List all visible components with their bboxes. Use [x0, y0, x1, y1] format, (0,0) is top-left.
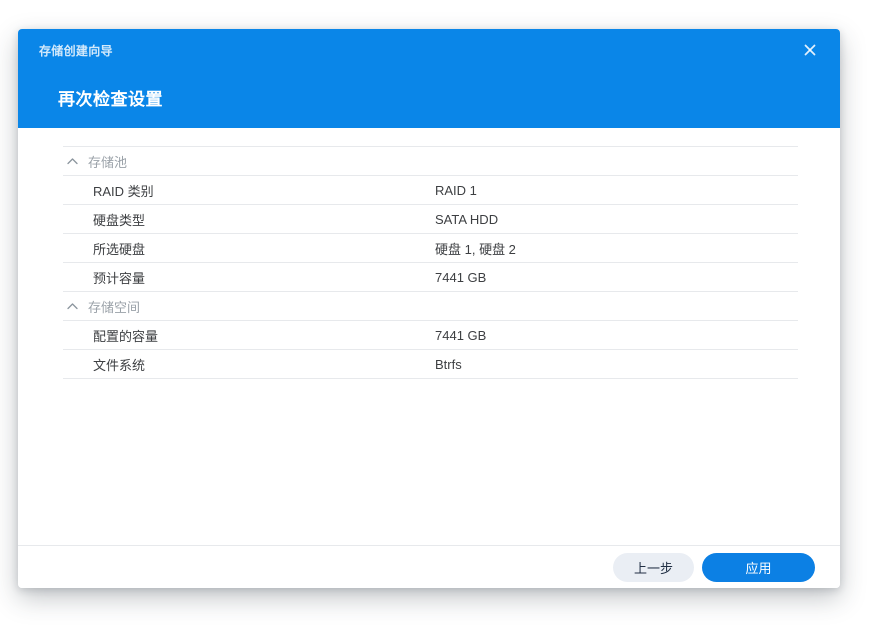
row-label: 配置的容量	[93, 326, 435, 345]
settings-summary-table: 存储池RAID 类别RAID 1硬盘类型SATA HDD所选硬盘硬盘 1, 硬盘…	[63, 146, 798, 379]
row-label: 文件系统	[93, 355, 435, 374]
row-value: 7441 GB	[435, 270, 486, 285]
dialog-header: 存储创建向导 再次检查设置	[18, 29, 840, 128]
chevron-up-icon	[67, 303, 79, 310]
table-row: 硬盘类型SATA HDD	[63, 204, 798, 233]
row-label: 预计容量	[93, 268, 435, 287]
table-row: 预计容量7441 GB	[63, 262, 798, 291]
back-button[interactable]: 上一步	[613, 553, 694, 582]
dialog-content: 存储池RAID 类别RAID 1硬盘类型SATA HDD所选硬盘硬盘 1, 硬盘…	[18, 128, 840, 545]
row-label: RAID 类别	[93, 181, 435, 200]
row-value: 硬盘 1, 硬盘 2	[435, 239, 516, 258]
dialog-footer: 上一步 应用	[18, 545, 840, 588]
row-value: Btrfs	[435, 357, 462, 372]
row-label: 所选硬盘	[93, 239, 435, 258]
table-row: 文件系统Btrfs	[63, 349, 798, 378]
table-row: 配置的容量7441 GB	[63, 320, 798, 349]
section-header-row[interactable]: 存储池	[63, 146, 798, 175]
row-value: 7441 GB	[435, 328, 486, 343]
chevron-up-icon	[67, 158, 79, 165]
apply-button[interactable]: 应用	[702, 553, 815, 582]
row-value: RAID 1	[435, 183, 477, 198]
page-title: 再次检查设置	[58, 85, 163, 110]
window-title: 存储创建向导	[39, 42, 113, 59]
table-row: RAID 类别RAID 1	[63, 175, 798, 204]
close-icon[interactable]	[798, 38, 822, 62]
storage-creation-wizard-dialog: 存储创建向导 再次检查设置 存储池RAID 类别RAID 1硬盘类型SATA H…	[18, 29, 840, 588]
section-label: 存储空间	[88, 297, 140, 316]
section-header-row[interactable]: 存储空间	[63, 291, 798, 320]
row-label: 硬盘类型	[93, 210, 435, 229]
table-row: 所选硬盘硬盘 1, 硬盘 2	[63, 233, 798, 262]
section-label: 存储池	[88, 152, 127, 171]
row-value: SATA HDD	[435, 212, 498, 227]
